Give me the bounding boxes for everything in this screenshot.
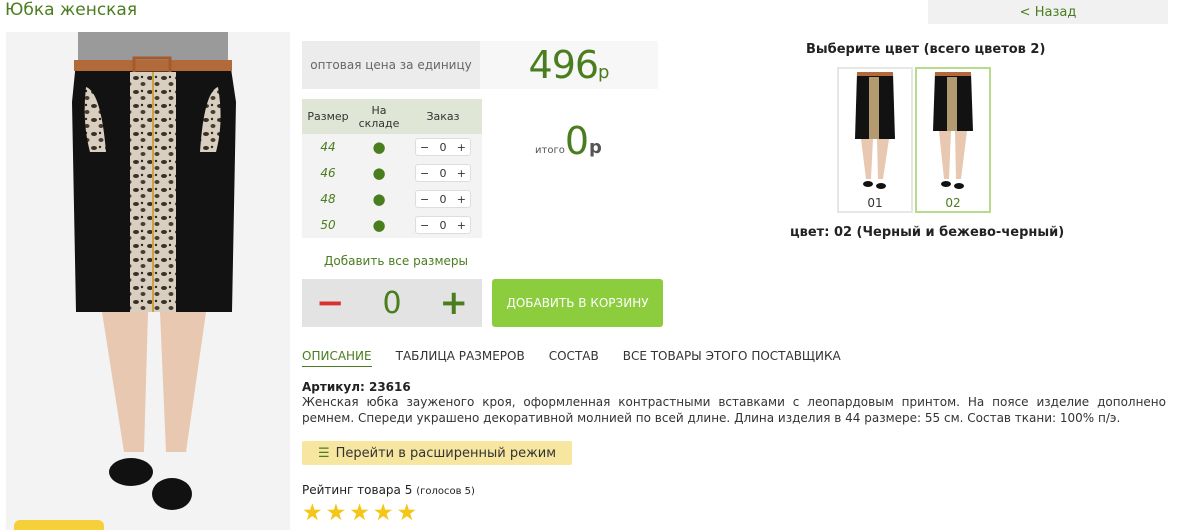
back-link[interactable]: < Назад (928, 0, 1168, 24)
minus-icon[interactable]: − (316, 286, 345, 320)
article-number: Артикул: 23616 (302, 380, 411, 394)
table-row: 48 ● −0 + (302, 186, 482, 212)
minus-icon[interactable]: − (420, 193, 429, 206)
rating-votes: (голосов 5) (416, 486, 475, 497)
tab-composition[interactable]: СОСТАВ (549, 349, 599, 367)
minus-icon[interactable]: − (420, 219, 429, 232)
star-icon[interactable]: ★ (397, 500, 418, 526)
star-icon[interactable]: ★ (326, 500, 347, 526)
stock-header: На складе (354, 99, 404, 134)
plus-icon[interactable]: + (457, 167, 466, 180)
quantity-value[interactable]: 0 (440, 219, 447, 232)
swatch-label: 02 (945, 196, 961, 210)
extended-mode-button[interactable]: ☰ Перейти в расширенный режим (302, 441, 572, 465)
star-icon[interactable]: ★ (373, 500, 394, 526)
selected-color-caption: цвет: 02 (Черный и бежево-черный) (790, 225, 1065, 240)
add-to-cart-button[interactable]: ДОБАВИТЬ В КОРЗИНУ (492, 279, 663, 327)
color-selector-title: Выберите цвет (всего цветов 2) (806, 42, 1046, 57)
size-table: Размер На складе Заказ 44 ● −0 + 46 ● −0 +… (302, 99, 482, 238)
color-swatch-01[interactable]: 01 (837, 67, 913, 213)
product-description: Женская юбка зауженого кроя, оформленная… (302, 395, 1166, 425)
tab-size-chart[interactable]: ТАБЛИЦА РАЗМЕРОВ (396, 349, 525, 367)
rating-stars: ★ ★ ★ ★ ★ (302, 500, 417, 526)
quantity-stepper-large: − 0 + (302, 279, 482, 327)
size-value: 48 (302, 186, 354, 212)
color-swatch-02[interactable]: 02 (915, 67, 991, 213)
swatch-photo (855, 72, 895, 189)
product-tabs: ОПИСАНИЕ ТАБЛИЦА РАЗМЕРОВ СОСТАВ ВСЕ ТОВ… (302, 349, 865, 367)
size-value: 46 (302, 160, 354, 186)
minus-icon[interactable]: − (420, 167, 429, 180)
product-main-photo[interactable] (6, 32, 290, 530)
badge-tab[interactable] (14, 520, 104, 530)
swatch-label: 01 (867, 196, 883, 210)
quantity-value[interactable]: 0 (440, 193, 447, 206)
rating-label: Рейтинг товара 5 (302, 483, 413, 497)
plus-icon[interactable]: + (440, 286, 469, 320)
star-icon[interactable]: ★ (302, 500, 323, 526)
plus-icon[interactable]: + (457, 219, 466, 232)
in-stock-dot: ● (354, 212, 404, 238)
list-icon: ☰ (317, 445, 330, 461)
extended-mode-label: Перейти в расширенный режим (335, 445, 557, 461)
add-all-sizes-link[interactable]: Добавить все размеры (324, 254, 468, 268)
quantity-stepper: −0 + (415, 190, 471, 208)
in-stock-dot: ● (354, 186, 404, 212)
quantity-stepper: −0 + (415, 216, 471, 234)
quantity-stepper: −0 + (415, 138, 471, 156)
tab-description[interactable]: ОПИСАНИЕ (302, 349, 372, 367)
in-stock-dot: ● (354, 134, 404, 160)
total-label: итого (535, 145, 565, 156)
price-value: 496 р (480, 41, 658, 89)
table-row: 50 ● −0 + (302, 212, 482, 238)
total-value: 0 (564, 119, 590, 163)
plus-icon[interactable]: + (457, 193, 466, 206)
size-value: 44 (302, 134, 354, 160)
table-row: 46 ● −0 + (302, 160, 482, 186)
star-icon[interactable]: ★ (349, 500, 370, 526)
total-currency: р (589, 137, 602, 158)
table-row: 44 ● −0 + (302, 134, 482, 160)
order-header: Заказ (404, 99, 482, 134)
price-label: оптовая цена за единицу (302, 41, 480, 89)
quantity-value[interactable]: 0 (440, 141, 447, 154)
swatch-photo (933, 72, 973, 189)
price-number: 496 (528, 43, 600, 87)
quantity-value[interactable]: 0 (382, 286, 401, 321)
price-currency: р (598, 61, 610, 83)
minus-icon[interactable]: − (420, 141, 429, 154)
size-header: Размер (302, 99, 354, 134)
skirt-photo-illustration (72, 32, 236, 510)
tab-supplier-products[interactable]: ВСЕ ТОВАРЫ ЭТОГО ПОСТАВЩИКА (623, 349, 841, 367)
quantity-stepper: −0 + (415, 164, 471, 182)
plus-icon[interactable]: + (457, 141, 466, 154)
in-stock-dot: ● (354, 160, 404, 186)
rating-text: Рейтинг товара 5 (голосов 5) (302, 483, 475, 497)
quantity-value[interactable]: 0 (440, 167, 447, 180)
order-total: итого 0 р (535, 122, 602, 160)
page-title: Юбка женская (5, 0, 138, 20)
size-value: 50 (302, 212, 354, 238)
